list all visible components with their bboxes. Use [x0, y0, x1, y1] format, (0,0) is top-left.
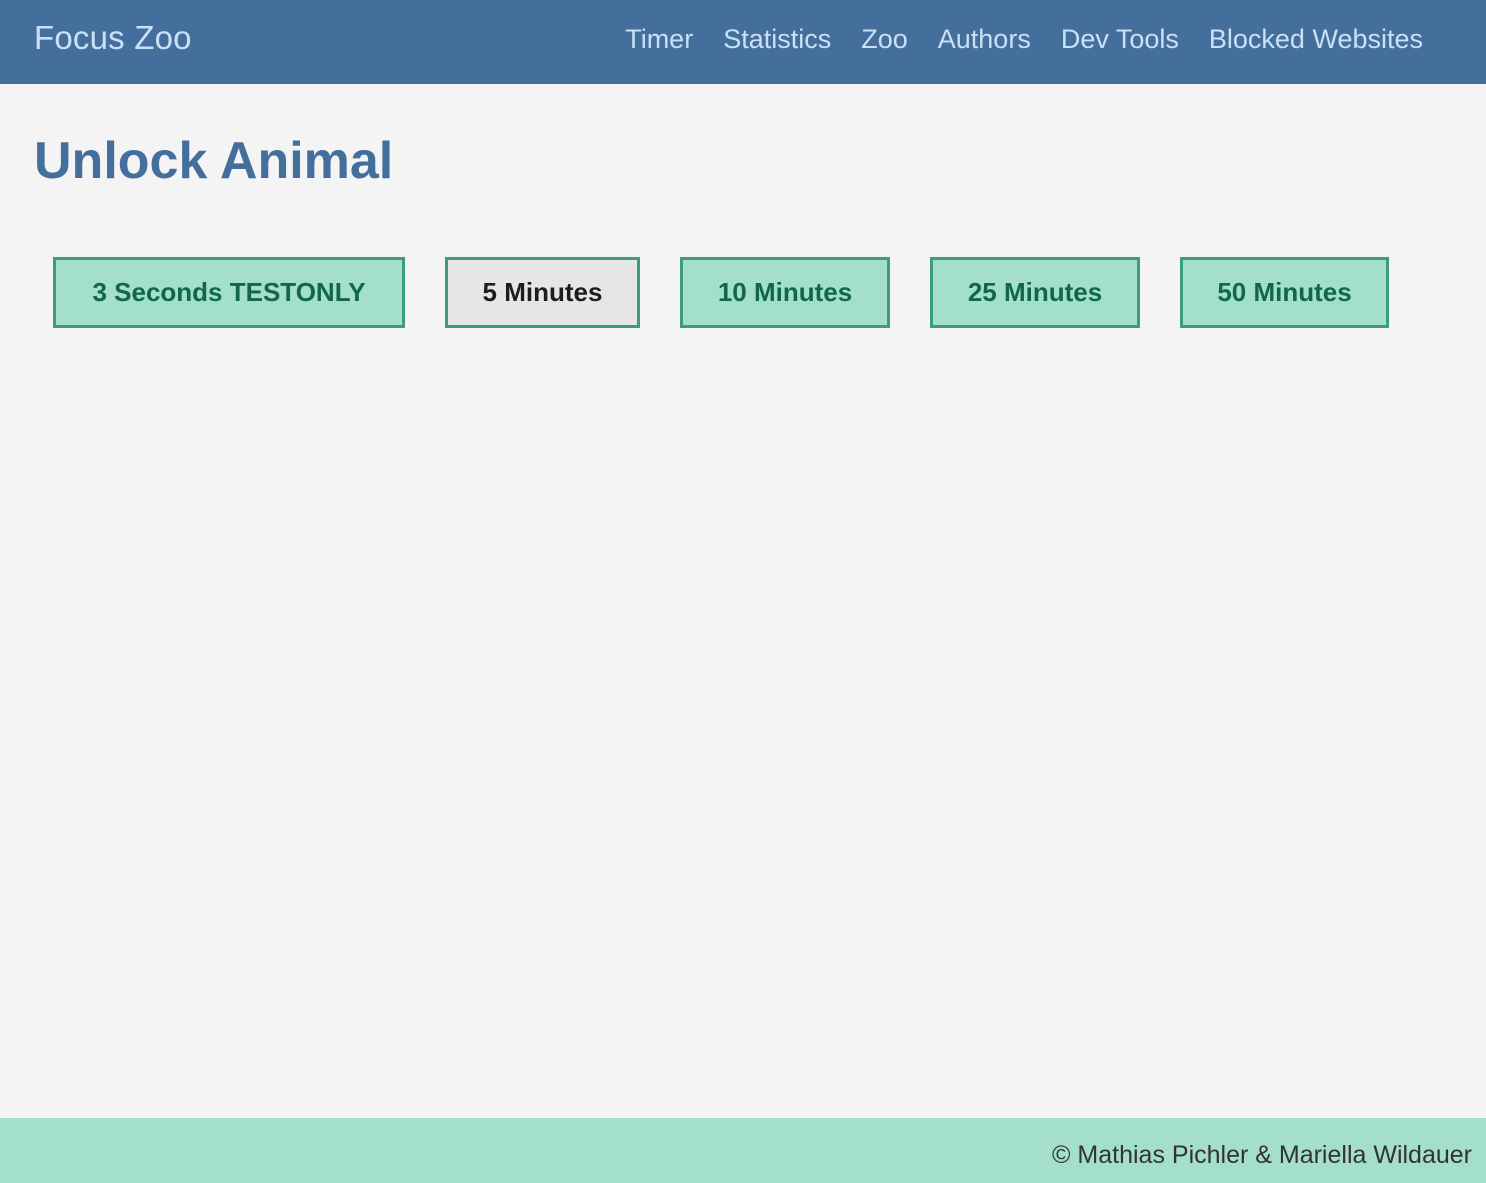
- page-title: Unlock Animal: [34, 132, 394, 190]
- nav-link-authors[interactable]: Authors: [938, 21, 1031, 57]
- duration-button-5-minutes[interactable]: 5 Minutes: [445, 257, 640, 328]
- nav-link-timer[interactable]: Timer: [625, 21, 693, 57]
- nav-links: Timer Statistics Zoo Authors Dev Tools B…: [625, 21, 1423, 57]
- nav-link-statistics[interactable]: Statistics: [723, 21, 831, 57]
- duration-button-10-minutes[interactable]: 10 Minutes: [680, 257, 890, 328]
- duration-button-3-seconds[interactable]: 3 Seconds TESTONLY: [53, 257, 405, 328]
- copyright-text: © Mathias Pichler & Mariella Wildauer: [1052, 1141, 1472, 1169]
- nav-link-blocked-websites[interactable]: Blocked Websites: [1209, 21, 1423, 57]
- duration-button-25-minutes[interactable]: 25 Minutes: [930, 257, 1140, 328]
- navbar: Focus Zoo Timer Statistics Zoo Authors D…: [0, 0, 1486, 84]
- nav-link-dev-tools[interactable]: Dev Tools: [1061, 21, 1179, 57]
- footer: © Mathias Pichler & Mariella Wildauer: [0, 1118, 1486, 1183]
- nav-link-zoo[interactable]: Zoo: [861, 21, 908, 57]
- duration-button-50-minutes[interactable]: 50 Minutes: [1180, 257, 1389, 328]
- brand-link[interactable]: Focus Zoo: [34, 18, 192, 58]
